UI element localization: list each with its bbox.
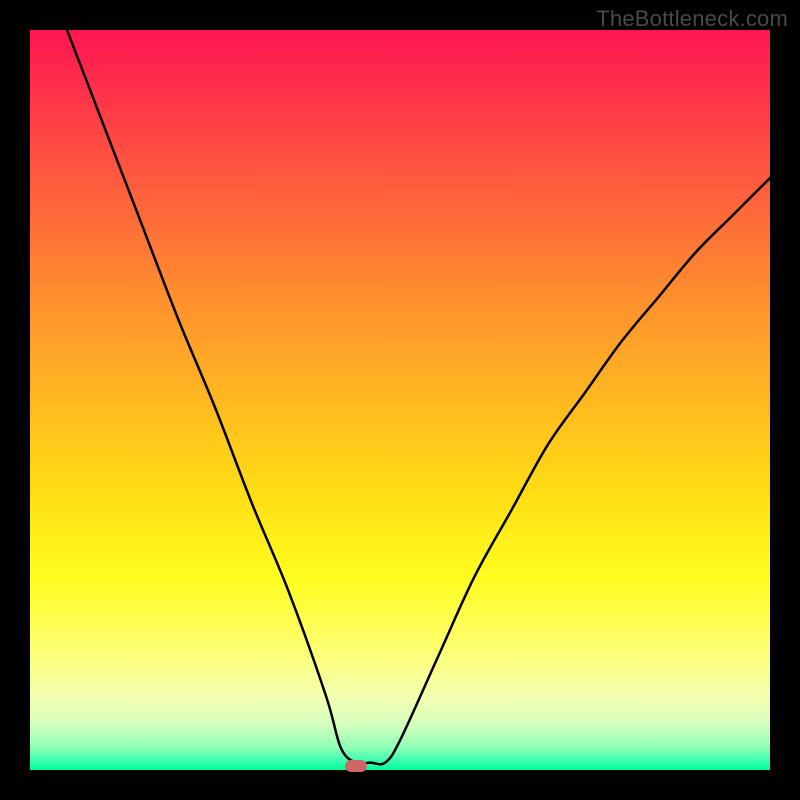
watermark-text: TheBottleneck.com: [596, 6, 788, 32]
bottleneck-curve: [30, 30, 770, 770]
bottleneck-chart: [30, 30, 770, 770]
optimum-marker: [345, 760, 367, 772]
